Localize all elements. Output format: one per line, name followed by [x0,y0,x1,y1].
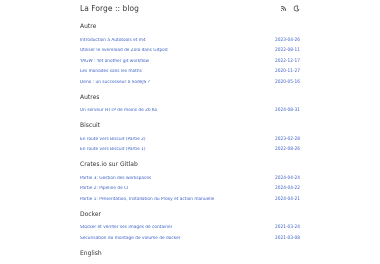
category-section: Biscuit En route vers Biscuit (Partie 2) 2… [80,122,300,155]
post-date: 2022-12-17 [275,58,300,64]
post-title-link[interactable]: Partie 3: Gestion des workspaces [80,176,151,181]
site-title[interactable]: La Forge :: blog [80,4,139,13]
category-section: Docker Stocker et vérifier ses images de … [80,211,300,244]
post-date: 2020-05-16 [275,79,300,85]
post-title-link[interactable]: Stocker et vérifier ses images de contai… [80,225,172,230]
post-item[interactable]: Partie 1: Présentation, Installation du … [80,194,300,205]
post-date: 2021-03-08 [275,235,300,241]
post-title-link[interactable]: Sécurisation du montage de volume de doc… [80,236,181,241]
post-date: 2023-02-28 [275,136,300,142]
post-date: 2024-08-31 [275,108,300,114]
post-title-link[interactable]: Deno : un successeur à nodeJS ? [80,80,150,85]
post-title-link[interactable]: Partie 1: Présentation, Installation du … [80,197,214,202]
post-item[interactable]: Partie 3: Gestion des workspaces 2024-04-… [80,173,300,184]
post-item[interactable]: Les monades sans les maths 2020-11-27 [80,67,300,78]
post-date: 2022-08-26 [275,147,300,153]
category-section: Crates.io sur Gitlab Partie 3: Gestion de… [80,161,300,205]
post-item[interactable]: Deno : un successeur à nodeJS ? 2020-05-1… [80,77,300,88]
category-section: Autre Introduction à Autotools et m4 2023-… [80,23,300,88]
post-date: 2024-04-21 [275,196,300,202]
post-date: 2024-04-22 [275,186,300,192]
post-title-link[interactable]: En route vers Biscuit (Partie 1) [80,147,146,152]
post-item[interactable]: Un serveur HTTP de moins de 20 Ko 2024-08… [80,106,300,117]
post-title-link[interactable]: En route vers Biscuit (Partie 2) [80,137,146,142]
post-title-link[interactable]: Introduction à Autotools et m4 [80,38,146,43]
moon-icon[interactable] [293,4,300,12]
category-section: English [80,250,300,258]
post-item[interactable]: Introduction à Autotools et m4 2023-04-26 [80,35,300,46]
post-index: Autre Introduction à Autotools et m4 2023-… [80,20,300,264]
category-title: English [80,249,102,257]
post-item[interactable]: Partie 2: Pipeline de CI 2024-04-22 [80,184,300,195]
post-item[interactable]: En route vers Biscuit (Partie 2) 2023-02-… [80,134,300,145]
post-date: 2020-11-27 [275,69,300,75]
header-icons [280,4,300,12]
post-item[interactable]: Utiliser le livereload de Zola dans Gitp… [80,46,300,57]
category-title: Crates.io sur Gitlab [80,161,138,168]
category-title: Biscuit [80,122,101,129]
page: La Forge :: blog AutreIntroduction à Aut… [0,0,380,260]
post-item[interactable]: En route vers Biscuit (Partie 1) 2022-08-… [80,145,300,156]
post-title-link[interactable]: Un serveur HTTP de moins de 20 Ko [80,108,157,113]
post-title-link[interactable]: Utiliser le livereload de Zola dans Gitp… [80,48,168,53]
post-date: 2021-03-24 [275,225,300,231]
post-item[interactable]: Stocker et vérifier ses images de contai… [80,223,300,234]
rss-icon[interactable] [280,5,287,12]
category-title: Autres [80,93,100,101]
post-item[interactable]: YAGW : Yet another git workflow 2022-12-1… [80,56,300,67]
post-title-link[interactable]: Les monades sans les maths [80,69,142,74]
post-date: 2022-08-11 [275,48,300,54]
site-header: La Forge :: blog [80,3,300,13]
category-section: Autres Un serveur HTTP de moins de 20 Ko 2… [80,94,300,117]
category-title: Docker [80,210,102,218]
category-title: Autre [80,23,97,30]
post-item[interactable]: Sécurisation du montage de volume de doc… [80,233,300,244]
post-date: 2024-04-24 [275,175,300,181]
post-title-link[interactable]: Partie 2: Pipeline de CI [80,186,128,191]
post-date: 2023-04-26 [275,37,300,43]
post-title-link[interactable]: YAGW : Yet another git workflow [80,59,149,64]
